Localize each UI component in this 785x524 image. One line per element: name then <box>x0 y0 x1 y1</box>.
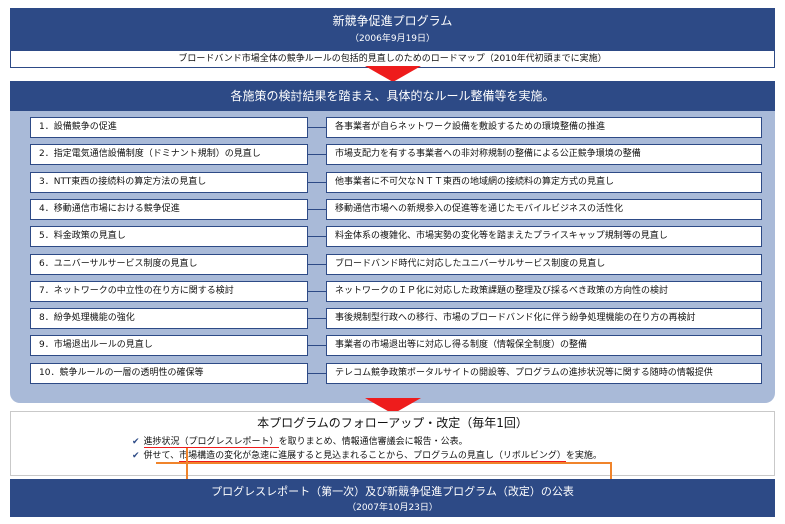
measure-8-description: 事後規制型行政への移行、市場のブロードバンド化に伴う紛争処理機能の在り方の再検討 <box>326 308 762 329</box>
measure-4-description: 移動通信市場への新規参入の促進等を通じたモバイルビジネスの活性化 <box>326 199 762 220</box>
measure-8-connector <box>308 318 326 319</box>
program-title-box: 新競争促進プログラム （2006年9月19日） <box>10 8 775 50</box>
measure-2-connector <box>308 154 326 155</box>
measure-7-connector <box>308 291 326 292</box>
followup-line-2-a: 併せて、 <box>143 451 180 461</box>
down-arrow-1 <box>365 66 421 82</box>
followup-line-2: ✔ 併せて、市場構造の変化が急速に進展すると見込まれることから、プログラムの見直し… <box>132 449 602 463</box>
measure-10-connector <box>308 373 326 374</box>
measure-10-description: テレコム競争政策ポータルサイトの開設等、プログラムの進捗状況等に関する随時の情報… <box>326 363 762 384</box>
measure-7-title: 7．ネットワークの中立性の在り方に関する検討 <box>30 281 308 302</box>
measure-5-description: 料金体系の複雑化、市場実勢の変化等を踏まえたプライスキャップ規制等の見直し <box>326 226 762 247</box>
measure-1-connector <box>308 127 326 128</box>
measure-3-title: 3．NTT東西の接続料の算定方法の見直し <box>30 172 308 193</box>
implementation-banner: 各施策の検討結果を踏まえ、具体的なルール整備等を実施。 <box>10 81 775 111</box>
measure-4-connector <box>308 209 326 210</box>
measure-3-description: 他事業者に不可欠なＮＴＴ東西の地域網の接続料の算定方式の見直し <box>326 172 762 193</box>
final-title: プログレスレポート（第一次）及び新競争促進プログラム（改定）の公表 <box>211 485 574 498</box>
program-date: （2006年9月19日） <box>349 34 436 44</box>
check-icon: ✔ <box>132 437 140 447</box>
measure-3-connector <box>308 182 326 183</box>
measure-1-description: 各事業者が自らネットワーク設備を敷設するための環境整備の推進 <box>326 117 762 138</box>
measure-9-description: 事業者の市場退出等に対応し得る制度（情報保全制度）の整備 <box>326 335 762 356</box>
connector-left <box>186 448 188 482</box>
measure-8-title: 8．紛争処理機能の強化 <box>30 308 308 329</box>
followup-line-1: ✔ 進捗状況（プログレスレポート）を取りまとめ、情報通信審議会に報告・公表。 <box>132 435 468 449</box>
program-title: 新競争促進プログラム <box>332 14 453 28</box>
measure-1-title: 1．設備競争の促進 <box>30 117 308 138</box>
measure-4-title: 4．移動通信市場における競争促進 <box>30 199 308 220</box>
connector-horizontal <box>156 462 612 464</box>
measure-2-title: 2．指定電気通信設備制度（ドミナント規制）の見直し <box>30 144 308 165</box>
check-icon: ✔ <box>132 451 140 461</box>
measure-9-connector <box>308 345 326 346</box>
market-change-text: 市場構造の変化が急速に進展すると見込まれることから、 <box>179 451 414 462</box>
measure-5-connector <box>308 236 326 237</box>
measure-2-description: 市場支配力を有する事業者への非対称規制の整備による公正競争環境の整備 <box>326 144 762 165</box>
measure-7-description: ネットワークのＩＰ化に対応した政策課題の整理及び採るべき政策の方向性の検討 <box>326 281 762 302</box>
final-date: （2007年10月23日） <box>347 503 438 513</box>
measure-6-connector <box>308 264 326 265</box>
measure-10-title: 10．競争ルールの一層の透明性の確保等 <box>30 363 308 384</box>
followup-title: 本プログラムのフォローアップ・改定（毎年1回） <box>257 416 528 430</box>
followup-line-2-d: を実施。 <box>565 451 602 461</box>
measure-6-title: 6．ユニバーサルサービス制度の見直し <box>30 254 308 275</box>
final-box: プログレスレポート（第一次）及び新競争促進プログラム（改定）の公表 （2007年… <box>10 479 775 517</box>
progress-report-text: 進捗状況（プログレスレポート） <box>143 437 279 448</box>
measure-5-title: 5．料金政策の見直し <box>30 226 308 247</box>
revolving-text: プログラムの見直し（リボルビング） <box>413 451 566 462</box>
followup-line-1-rest: を取りまとめ、情報通信審議会に報告・公表。 <box>278 437 468 447</box>
measure-6-description: ブロードバンド時代に対応したユニバーサルサービス制度の見直し <box>326 254 762 275</box>
measure-9-title: 9．市場退出ルールの見直し <box>30 335 308 356</box>
